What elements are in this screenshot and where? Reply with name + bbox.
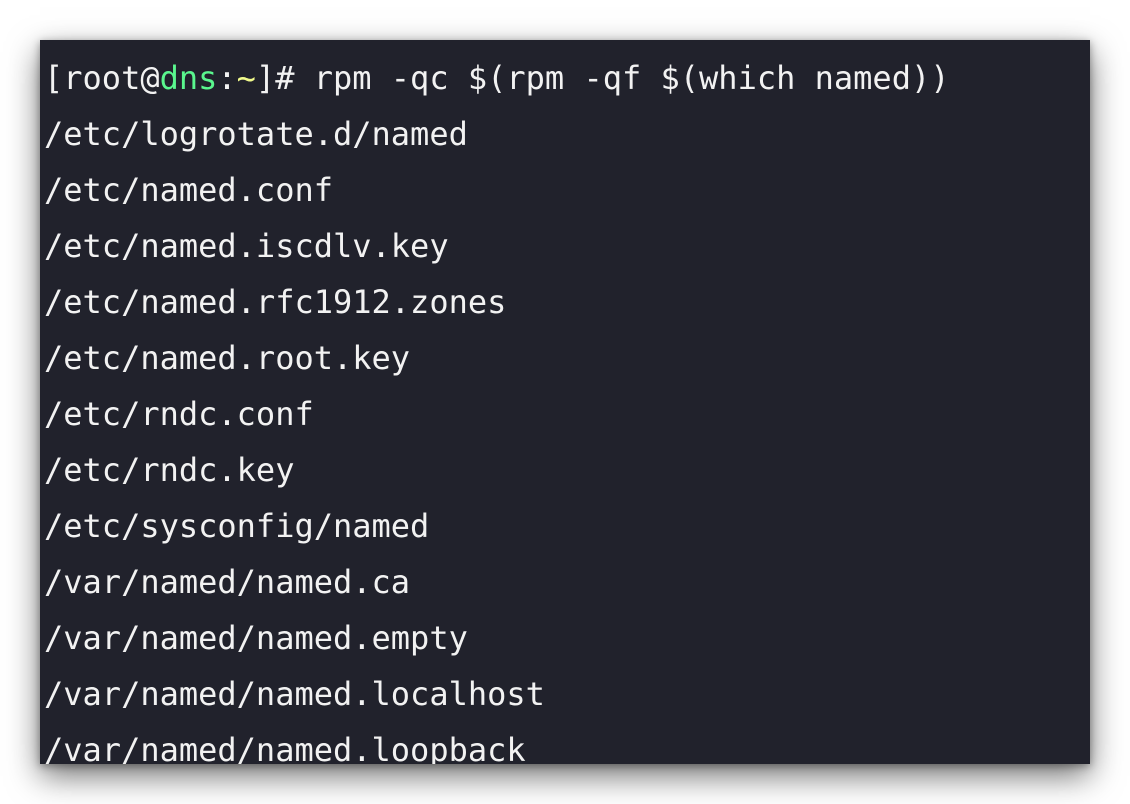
output-line: /var/named/named.localhost	[44, 675, 545, 713]
output-line: /etc/sysconfig/named	[44, 507, 430, 545]
output-line: /var/named/named.loopback	[44, 731, 526, 764]
output-line: /etc/named.conf	[44, 171, 333, 209]
terminal-window[interactable]: [root@dns:~]# rpm -qc $(rpm -qf $(which …	[40, 40, 1090, 764]
prompt-open-bracket: [	[44, 59, 64, 97]
output-line: /etc/named.iscdlv.key	[44, 227, 449, 265]
command-text: rpm -qc $(rpm -qf $(which named))	[313, 59, 950, 97]
output-line: /var/named/named.ca	[44, 563, 411, 601]
prompt-host: dns	[159, 59, 218, 97]
prompt-at: @	[140, 59, 160, 97]
output-line: /etc/named.root.key	[44, 339, 411, 377]
prompt-close-hash: ]#	[255, 59, 314, 97]
prompt-colon: :	[217, 59, 237, 97]
prompt-cwd: ~	[236, 59, 256, 97]
output-line: /etc/logrotate.d/named	[44, 115, 468, 153]
output-line: /var/named/named.empty	[44, 619, 468, 657]
output-line: /etc/rndc.key	[44, 451, 295, 489]
prompt-user: root	[63, 59, 141, 97]
output-line: /etc/named.rfc1912.zones	[44, 283, 507, 321]
prompt-line: [root@dns:~]# rpm -qc $(rpm -qf $(which …	[44, 50, 1090, 106]
output-line: /etc/rndc.conf	[44, 395, 314, 433]
